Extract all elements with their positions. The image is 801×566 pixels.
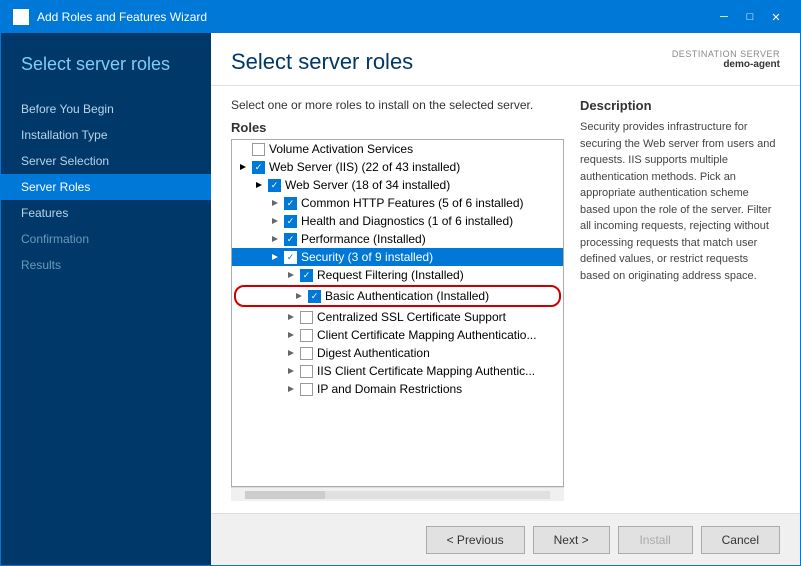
content-area: Select server roles Before You Begin Ins… — [1, 33, 800, 565]
description-text: Security provides infrastructure for sec… — [580, 119, 780, 284]
role-label-9: Centralized SSL Certificate Support — [317, 310, 506, 324]
cancel-button[interactable]: Cancel — [701, 526, 780, 554]
expand-icon-3[interactable] — [268, 196, 282, 210]
role-item-13[interactable]: IP and Domain Restrictions — [232, 380, 563, 398]
expand-icon-8[interactable] — [292, 289, 306, 303]
main-header: Select server roles DESTINATION SERVER d… — [211, 33, 800, 86]
sidebar-item-results: Results — [1, 252, 211, 278]
role-item-6[interactable]: ✓ Security (3 of 9 installed) — [232, 248, 563, 266]
roles-list-container: Volume Activation Services ✓ Web Server (I… — [231, 139, 564, 487]
checkbox-2[interactable]: ✓ — [268, 179, 281, 192]
checkbox-13[interactable] — [300, 383, 313, 396]
role-item-5[interactable]: ✓ Performance (Installed) — [232, 230, 563, 248]
role-label-4: Health and Diagnostics (1 of 6 installed… — [301, 214, 513, 228]
role-item-4[interactable]: ✓ Health and Diagnostics (1 of 6 installe… — [232, 212, 563, 230]
expand-icon-0[interactable] — [236, 142, 250, 156]
role-item-1[interactable]: ✓ Web Server (IIS) (22 of 43 installed) — [232, 158, 563, 176]
role-label-5: Performance (Installed) — [301, 232, 426, 246]
checkbox-9[interactable] — [300, 311, 313, 324]
role-item-8[interactable]: ✓ Basic Authentication (Installed) — [234, 285, 561, 307]
roles-list[interactable]: Volume Activation Services ✓ Web Server (I… — [232, 140, 563, 486]
expand-icon-4[interactable] — [268, 214, 282, 228]
role-label-0: Volume Activation Services — [269, 142, 413, 156]
instruction-text: Select one or more roles to install on t… — [231, 98, 564, 112]
checkbox-6[interactable]: ✓ — [284, 251, 297, 264]
role-item-9[interactable]: Centralized SSL Certificate Support — [232, 308, 563, 326]
role-item-3[interactable]: ✓ Common HTTP Features (5 of 6 installed) — [232, 194, 563, 212]
sidebar: Select server roles Before You Begin Ins… — [1, 33, 211, 565]
description-panel: Description Security provides infrastruc… — [580, 98, 780, 501]
expand-icon-1[interactable] — [236, 160, 250, 174]
sidebar-item-features[interactable]: Features — [1, 200, 211, 226]
role-label-10: Client Certificate Mapping Authenticatio… — [317, 328, 536, 342]
sidebar-item-before-you-begin[interactable]: Before You Begin — [1, 96, 211, 122]
checkbox-5[interactable]: ✓ — [284, 233, 297, 246]
role-item-11[interactable]: Digest Authentication — [232, 344, 563, 362]
title-bar: Add Roles and Features Wizard ─ □ ✕ — [1, 1, 800, 33]
previous-button[interactable]: < Previous — [426, 526, 525, 554]
horiz-scrollbar[interactable] — [231, 487, 564, 501]
role-item-7[interactable]: ✓ Request Filtering (Installed) — [232, 266, 563, 284]
role-item-12[interactable]: IIS Client Certificate Mapping Authentic… — [232, 362, 563, 380]
app-icon — [13, 9, 29, 25]
role-item-2[interactable]: ✓ Web Server (18 of 34 installed) — [232, 176, 563, 194]
role-label-2: Web Server (18 of 34 installed) — [285, 178, 450, 192]
title-bar-controls: ─ □ ✕ — [712, 8, 788, 26]
restore-button[interactable]: □ — [738, 8, 762, 26]
role-label-7: Request Filtering (Installed) — [317, 268, 464, 282]
roles-label: Roles — [231, 120, 564, 135]
checkbox-8[interactable]: ✓ — [308, 290, 321, 303]
role-label-11: Digest Authentication — [317, 346, 430, 360]
install-button[interactable]: Install — [618, 526, 693, 554]
expand-icon-9[interactable] — [284, 310, 298, 324]
role-label-1: Web Server (IIS) (22 of 43 installed) — [269, 160, 460, 174]
roles-panel: Select one or more roles to install on t… — [231, 98, 564, 501]
minimize-button[interactable]: ─ — [712, 8, 736, 26]
sidebar-heading: Select server roles — [1, 53, 211, 96]
next-button[interactable]: Next > — [533, 526, 610, 554]
horiz-scrollbar-thumb — [245, 491, 325, 499]
page-title: Select server roles — [231, 49, 413, 75]
role-label-6: Security (3 of 9 installed) — [301, 250, 433, 264]
main-window: Add Roles and Features Wizard ─ □ ✕ Sele… — [0, 0, 801, 566]
expand-icon-10[interactable] — [284, 328, 298, 342]
sidebar-item-confirmation: Confirmation — [1, 226, 211, 252]
checkbox-10[interactable] — [300, 329, 313, 342]
title-bar-left: Add Roles and Features Wizard — [13, 9, 207, 25]
role-item-10[interactable]: Client Certificate Mapping Authenticatio… — [232, 326, 563, 344]
window-title: Add Roles and Features Wizard — [37, 10, 207, 24]
checkbox-1[interactable]: ✓ — [252, 161, 265, 174]
destination-name: demo-agent — [672, 59, 780, 70]
checkbox-4[interactable]: ✓ — [284, 215, 297, 228]
expand-icon-11[interactable] — [284, 346, 298, 360]
destination-label: DESTINATION SERVER — [672, 49, 780, 59]
checkbox-11[interactable] — [300, 347, 313, 360]
sidebar-item-server-selection[interactable]: Server Selection — [1, 148, 211, 174]
close-button[interactable]: ✕ — [764, 8, 788, 26]
expand-icon-6[interactable] — [268, 250, 282, 264]
main-panel: Select server roles DESTINATION SERVER d… — [211, 33, 800, 565]
expand-icon-7[interactable] — [284, 268, 298, 282]
destination-server: DESTINATION SERVER demo-agent — [672, 49, 780, 70]
role-label-12: IIS Client Certificate Mapping Authentic… — [317, 364, 535, 378]
horiz-scrollbar-track — [245, 491, 550, 499]
expand-icon-2[interactable] — [252, 178, 266, 192]
expand-icon-13[interactable] — [284, 382, 298, 396]
description-title: Description — [580, 98, 780, 113]
role-item-0[interactable]: Volume Activation Services — [232, 140, 563, 158]
role-label-8: Basic Authentication (Installed) — [325, 289, 489, 303]
footer: < Previous Next > Install Cancel — [211, 513, 800, 565]
role-label-3: Common HTTP Features (5 of 6 installed) — [301, 196, 524, 210]
expand-icon-12[interactable] — [284, 364, 298, 378]
checkbox-0[interactable] — [252, 143, 265, 156]
checkbox-3[interactable]: ✓ — [284, 197, 297, 210]
expand-icon-5[interactable] — [268, 232, 282, 246]
role-label-13: IP and Domain Restrictions — [317, 382, 462, 396]
checkbox-12[interactable] — [300, 365, 313, 378]
sidebar-item-installation-type[interactable]: Installation Type — [1, 122, 211, 148]
checkbox-7[interactable]: ✓ — [300, 269, 313, 282]
sidebar-item-server-roles[interactable]: Server Roles — [1, 174, 211, 200]
main-body: Select one or more roles to install on t… — [211, 86, 800, 513]
